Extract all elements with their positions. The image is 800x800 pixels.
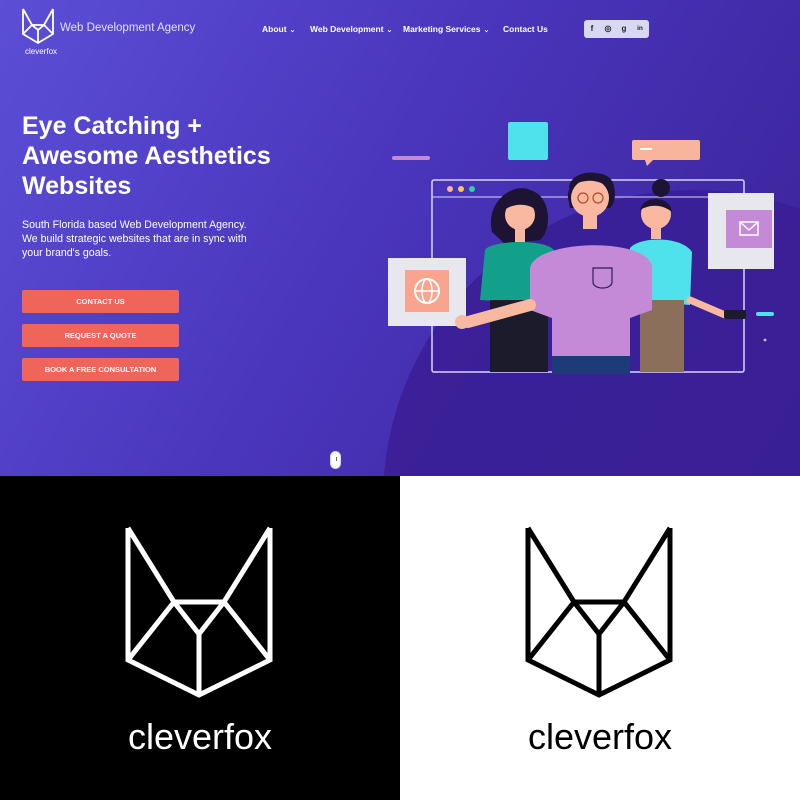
nav-item-web-development[interactable]: Web Development ⌄ <box>310 24 392 34</box>
hero-subcopy: South Florida based Web Development Agen… <box>22 219 247 259</box>
brand-tagline: Web Development Agency <box>60 22 196 34</box>
headline-line: Eye Catching + <box>22 112 202 140</box>
fox-logo-icon <box>525 526 673 698</box>
wordmark: cleverfox <box>127 716 273 757</box>
fox-logo-icon <box>22 8 54 45</box>
nav-item-about[interactable]: About ⌄ <box>262 24 295 34</box>
wordmark: cleverfox <box>527 716 673 757</box>
scroll-down-indicator[interactable] <box>330 451 341 469</box>
nav-item-label: About <box>262 24 287 34</box>
linkedin-icon[interactable]: in <box>634 23 646 35</box>
nav-item-label: Web Development <box>310 24 384 34</box>
headline-line: Awesome Aesthetics <box>22 142 271 170</box>
nav-item-marketing-services[interactable]: Marketing Services ⌄ <box>403 24 489 34</box>
nav-item-label: Marketing Services <box>403 24 481 34</box>
scroll-wheel <box>335 457 337 461</box>
headline-line: Websites <box>22 172 132 200</box>
chevron-down-icon: ⌄ <box>386 27 393 34</box>
logo-panel-light: cleverfox <box>400 476 800 800</box>
facebook-icon[interactable]: f <box>586 23 598 35</box>
hero-section: cleverfox Web Development Agency About ⌄ … <box>0 0 800 476</box>
google-plus-icon[interactable]: g <box>618 23 630 35</box>
team-illustration <box>388 122 774 374</box>
brand-name: cleverfox <box>25 47 58 56</box>
chevron-down-icon: ⌄ <box>289 27 296 34</box>
contact-us-button[interactable]: Contact Us <box>22 290 179 313</box>
fox-logo-icon <box>125 526 273 698</box>
decor-square <box>508 122 548 160</box>
social-links: f ◎ g in <box>584 20 649 38</box>
decor-bar <box>392 156 430 160</box>
book-consultation-button[interactable]: Book A Free Consultation <box>22 358 179 381</box>
chevron-down-icon: ⌄ <box>483 27 490 34</box>
hero-headline: Eye Catching + Awesome Aesthetics Websit… <box>22 111 271 201</box>
nav-item-contact-us[interactable]: Contact Us <box>503 24 548 34</box>
instagram-icon[interactable]: ◎ <box>602 23 614 35</box>
nav-item-label: Contact Us <box>503 24 548 34</box>
request-quote-button[interactable]: Request A Quote <box>22 324 179 347</box>
logo-panel-dark: cleverfox <box>0 476 400 800</box>
